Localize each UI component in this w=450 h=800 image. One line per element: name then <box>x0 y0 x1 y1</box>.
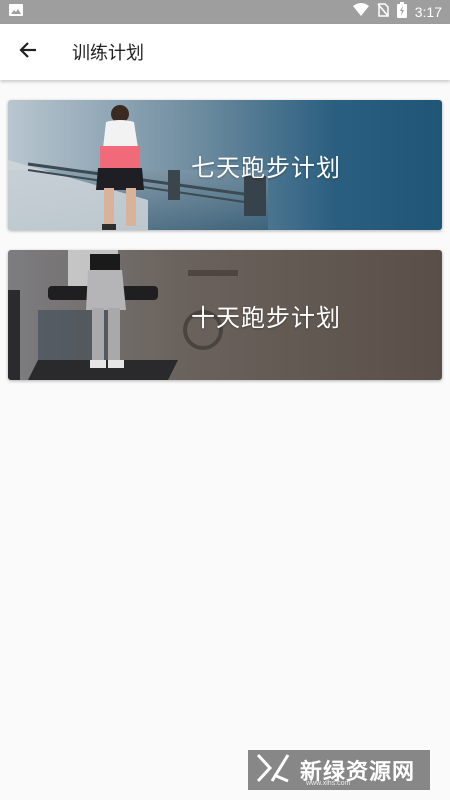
watermark-logo-icon <box>256 753 290 787</box>
plan-list: 七天跑步计划 十天跑步计划 <box>8 100 442 400</box>
plan-label-seven-day: 七天跑步计划 <box>191 153 341 182</box>
watermark-url: www.xlhs.com <box>306 780 351 787</box>
status-bar: 3:17 <box>0 0 450 24</box>
page-title: 训练计划 <box>72 43 144 64</box>
arrow-left-icon <box>18 40 38 64</box>
image-icon <box>8 2 24 22</box>
plan-card-ten-day[interactable]: 十天跑步计划 <box>8 250 442 380</box>
no-sim-icon <box>377 3 389 21</box>
status-time: 3:17 <box>414 4 442 20</box>
wifi-icon <box>352 3 369 21</box>
app-bar: 训练计划 <box>0 24 450 80</box>
battery-charging-icon <box>396 2 407 22</box>
plan-card-seven-day[interactable]: 七天跑步计划 <box>8 100 442 230</box>
plan-label-ten-day: 十天跑步计划 <box>191 303 341 332</box>
back-button[interactable] <box>0 24 56 80</box>
